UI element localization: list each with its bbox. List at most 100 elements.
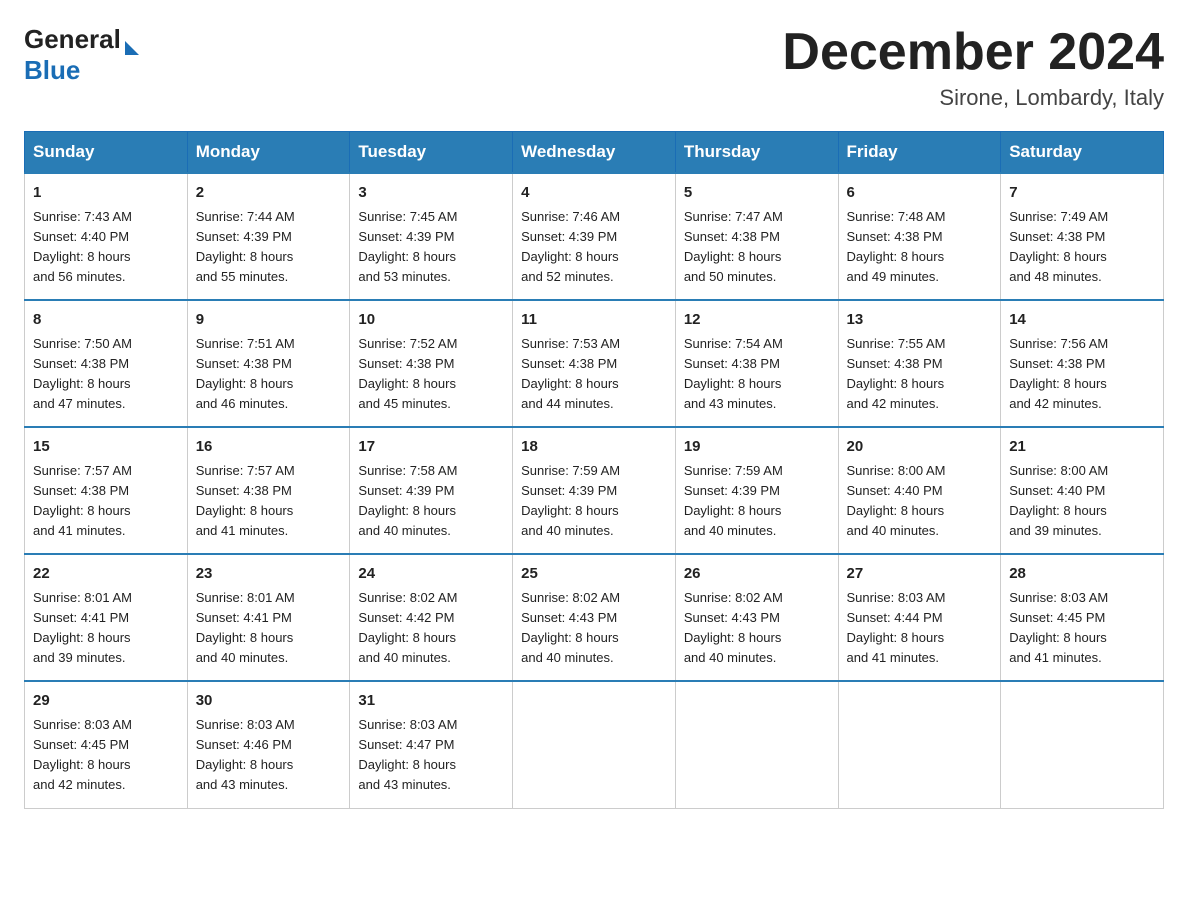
calendar-table: SundayMondayTuesdayWednesdayThursdayFrid…: [24, 131, 1164, 808]
weekday-header-sunday: Sunday: [25, 132, 188, 174]
weekday-header-saturday: Saturday: [1001, 132, 1164, 174]
calendar-cell: 2Sunrise: 7:44 AMSunset: 4:39 PMDaylight…: [187, 173, 350, 300]
day-info: Sunrise: 7:53 AMSunset: 4:38 PMDaylight:…: [521, 334, 667, 415]
weekday-header-wednesday: Wednesday: [513, 132, 676, 174]
week-row-3: 15Sunrise: 7:57 AMSunset: 4:38 PMDayligh…: [25, 427, 1164, 554]
calendar-cell: 9Sunrise: 7:51 AMSunset: 4:38 PMDaylight…: [187, 300, 350, 427]
day-number: 29: [33, 690, 179, 713]
day-info: Sunrise: 7:49 AMSunset: 4:38 PMDaylight:…: [1009, 207, 1155, 288]
day-info: Sunrise: 7:52 AMSunset: 4:38 PMDaylight:…: [358, 334, 504, 415]
day-number: 26: [684, 563, 830, 586]
calendar-cell: 5Sunrise: 7:47 AMSunset: 4:38 PMDaylight…: [675, 173, 838, 300]
day-info: Sunrise: 7:48 AMSunset: 4:38 PMDaylight:…: [847, 207, 993, 288]
day-info: Sunrise: 7:59 AMSunset: 4:39 PMDaylight:…: [684, 461, 830, 542]
day-number: 10: [358, 309, 504, 332]
day-number: 18: [521, 436, 667, 459]
weekday-header-friday: Friday: [838, 132, 1001, 174]
day-info: Sunrise: 7:51 AMSunset: 4:38 PMDaylight:…: [196, 334, 342, 415]
day-info: Sunrise: 7:55 AMSunset: 4:38 PMDaylight:…: [847, 334, 993, 415]
calendar-cell: 11Sunrise: 7:53 AMSunset: 4:38 PMDayligh…: [513, 300, 676, 427]
calendar-cell: 17Sunrise: 7:58 AMSunset: 4:39 PMDayligh…: [350, 427, 513, 554]
day-info: Sunrise: 8:00 AMSunset: 4:40 PMDaylight:…: [847, 461, 993, 542]
day-number: 5: [684, 182, 830, 205]
day-info: Sunrise: 7:59 AMSunset: 4:39 PMDaylight:…: [521, 461, 667, 542]
location-text: Sirone, Lombardy, Italy: [782, 85, 1164, 111]
calendar-cell: 19Sunrise: 7:59 AMSunset: 4:39 PMDayligh…: [675, 427, 838, 554]
calendar-cell: [838, 681, 1001, 808]
day-info: Sunrise: 7:44 AMSunset: 4:39 PMDaylight:…: [196, 207, 342, 288]
day-number: 17: [358, 436, 504, 459]
calendar-cell: 6Sunrise: 7:48 AMSunset: 4:38 PMDaylight…: [838, 173, 1001, 300]
day-number: 30: [196, 690, 342, 713]
calendar-cell: 3Sunrise: 7:45 AMSunset: 4:39 PMDaylight…: [350, 173, 513, 300]
day-info: Sunrise: 8:01 AMSunset: 4:41 PMDaylight:…: [33, 588, 179, 669]
day-info: Sunrise: 7:47 AMSunset: 4:38 PMDaylight:…: [684, 207, 830, 288]
day-info: Sunrise: 7:56 AMSunset: 4:38 PMDaylight:…: [1009, 334, 1155, 415]
day-info: Sunrise: 8:01 AMSunset: 4:41 PMDaylight:…: [196, 588, 342, 669]
day-info: Sunrise: 7:57 AMSunset: 4:38 PMDaylight:…: [33, 461, 179, 542]
day-info: Sunrise: 8:03 AMSunset: 4:47 PMDaylight:…: [358, 715, 504, 796]
day-number: 6: [847, 182, 993, 205]
calendar-cell: 18Sunrise: 7:59 AMSunset: 4:39 PMDayligh…: [513, 427, 676, 554]
calendar-cell: 23Sunrise: 8:01 AMSunset: 4:41 PMDayligh…: [187, 554, 350, 681]
day-number: 23: [196, 563, 342, 586]
day-info: Sunrise: 8:03 AMSunset: 4:45 PMDaylight:…: [1009, 588, 1155, 669]
calendar-cell: 16Sunrise: 7:57 AMSunset: 4:38 PMDayligh…: [187, 427, 350, 554]
day-number: 20: [847, 436, 993, 459]
calendar-cell: 10Sunrise: 7:52 AMSunset: 4:38 PMDayligh…: [350, 300, 513, 427]
calendar-cell: 27Sunrise: 8:03 AMSunset: 4:44 PMDayligh…: [838, 554, 1001, 681]
title-block: December 2024 Sirone, Lombardy, Italy: [782, 24, 1164, 111]
calendar-cell: 31Sunrise: 8:03 AMSunset: 4:47 PMDayligh…: [350, 681, 513, 808]
weekday-header-monday: Monday: [187, 132, 350, 174]
day-number: 11: [521, 309, 667, 332]
day-number: 12: [684, 309, 830, 332]
calendar-cell: [513, 681, 676, 808]
logo-triangle-icon: [125, 41, 139, 55]
day-number: 27: [847, 563, 993, 586]
day-number: 13: [847, 309, 993, 332]
day-number: 31: [358, 690, 504, 713]
week-row-2: 8Sunrise: 7:50 AMSunset: 4:38 PMDaylight…: [25, 300, 1164, 427]
logo-general-text: General: [24, 24, 121, 55]
day-info: Sunrise: 7:57 AMSunset: 4:38 PMDaylight:…: [196, 461, 342, 542]
calendar-cell: 13Sunrise: 7:55 AMSunset: 4:38 PMDayligh…: [838, 300, 1001, 427]
calendar-cell: 14Sunrise: 7:56 AMSunset: 4:38 PMDayligh…: [1001, 300, 1164, 427]
day-number: 28: [1009, 563, 1155, 586]
day-number: 3: [358, 182, 504, 205]
calendar-cell: 4Sunrise: 7:46 AMSunset: 4:39 PMDaylight…: [513, 173, 676, 300]
calendar-header: SundayMondayTuesdayWednesdayThursdayFrid…: [25, 132, 1164, 174]
day-info: Sunrise: 8:03 AMSunset: 4:46 PMDaylight:…: [196, 715, 342, 796]
day-info: Sunrise: 8:02 AMSunset: 4:43 PMDaylight:…: [684, 588, 830, 669]
weekday-row: SundayMondayTuesdayWednesdayThursdayFrid…: [25, 132, 1164, 174]
day-number: 7: [1009, 182, 1155, 205]
calendar-cell: [675, 681, 838, 808]
calendar-cell: 28Sunrise: 8:03 AMSunset: 4:45 PMDayligh…: [1001, 554, 1164, 681]
day-info: Sunrise: 7:45 AMSunset: 4:39 PMDaylight:…: [358, 207, 504, 288]
week-row-1: 1Sunrise: 7:43 AMSunset: 4:40 PMDaylight…: [25, 173, 1164, 300]
day-number: 21: [1009, 436, 1155, 459]
day-info: Sunrise: 7:43 AMSunset: 4:40 PMDaylight:…: [33, 207, 179, 288]
day-number: 22: [33, 563, 179, 586]
day-number: 9: [196, 309, 342, 332]
calendar-cell: 20Sunrise: 8:00 AMSunset: 4:40 PMDayligh…: [838, 427, 1001, 554]
calendar-cell: 21Sunrise: 8:00 AMSunset: 4:40 PMDayligh…: [1001, 427, 1164, 554]
calendar-cell: 30Sunrise: 8:03 AMSunset: 4:46 PMDayligh…: [187, 681, 350, 808]
calendar-cell: 25Sunrise: 8:02 AMSunset: 4:43 PMDayligh…: [513, 554, 676, 681]
calendar-cell: 1Sunrise: 7:43 AMSunset: 4:40 PMDaylight…: [25, 173, 188, 300]
calendar-cell: 29Sunrise: 8:03 AMSunset: 4:45 PMDayligh…: [25, 681, 188, 808]
calendar-body: 1Sunrise: 7:43 AMSunset: 4:40 PMDaylight…: [25, 173, 1164, 808]
calendar-cell: 24Sunrise: 8:02 AMSunset: 4:42 PMDayligh…: [350, 554, 513, 681]
day-info: Sunrise: 7:50 AMSunset: 4:38 PMDaylight:…: [33, 334, 179, 415]
day-info: Sunrise: 8:03 AMSunset: 4:44 PMDaylight:…: [847, 588, 993, 669]
day-info: Sunrise: 8:03 AMSunset: 4:45 PMDaylight:…: [33, 715, 179, 796]
weekday-header-tuesday: Tuesday: [350, 132, 513, 174]
day-info: Sunrise: 7:46 AMSunset: 4:39 PMDaylight:…: [521, 207, 667, 288]
day-number: 1: [33, 182, 179, 205]
calendar-cell: 15Sunrise: 7:57 AMSunset: 4:38 PMDayligh…: [25, 427, 188, 554]
calendar-cell: 22Sunrise: 8:01 AMSunset: 4:41 PMDayligh…: [25, 554, 188, 681]
page-header: General Blue December 2024 Sirone, Lomba…: [24, 24, 1164, 111]
day-info: Sunrise: 8:02 AMSunset: 4:43 PMDaylight:…: [521, 588, 667, 669]
logo-blue-text: Blue: [24, 55, 80, 86]
logo: General Blue: [24, 24, 139, 86]
calendar-cell: 7Sunrise: 7:49 AMSunset: 4:38 PMDaylight…: [1001, 173, 1164, 300]
